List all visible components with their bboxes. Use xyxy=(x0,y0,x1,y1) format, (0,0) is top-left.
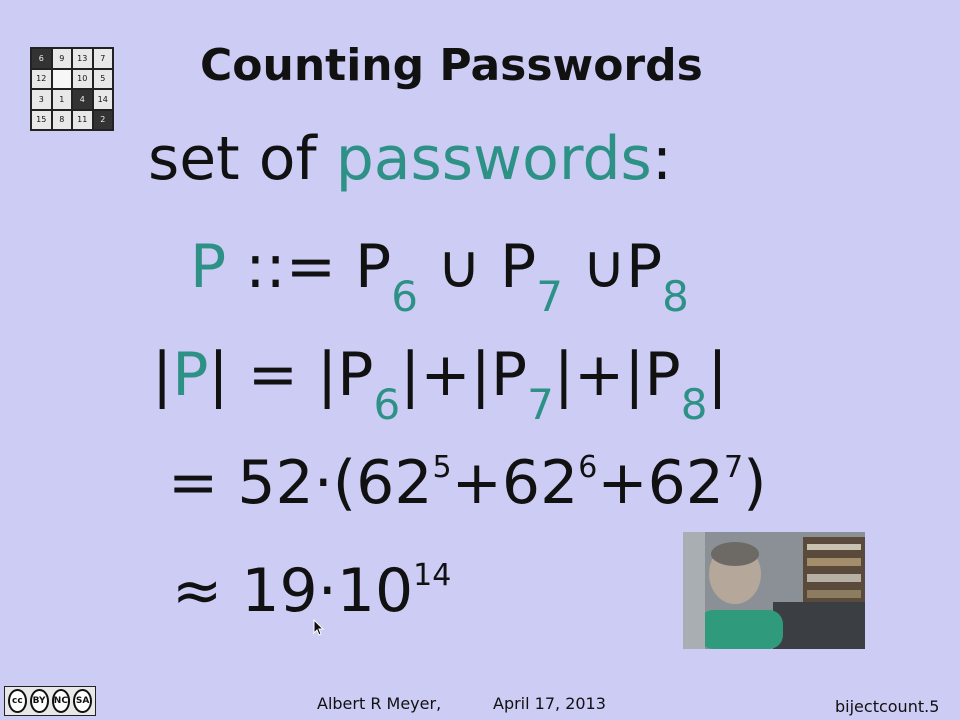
abs-bar: | xyxy=(152,340,173,410)
puzzle-tile: 8 xyxy=(52,110,71,129)
subscript-7: 7 xyxy=(527,380,554,429)
cardinality-term: |+|P xyxy=(553,340,681,410)
subscript-6: 6 xyxy=(391,272,418,321)
union-operator: ∪ xyxy=(562,232,626,302)
creative-commons-badge: cc BY NC SA xyxy=(4,686,96,716)
puzzle-tile: 11 xyxy=(73,110,92,129)
cc-icon: cc xyxy=(8,689,27,713)
puzzle-tile: 15 xyxy=(32,110,51,129)
cardinality-term: | = |P xyxy=(208,340,374,410)
presenter-image xyxy=(683,532,865,649)
sa-icon: SA xyxy=(73,689,92,713)
puzzle-tile: 6 xyxy=(32,49,51,68)
set-symbol-p: P xyxy=(172,340,209,410)
approx-value: ≈ 19·10 xyxy=(172,556,414,626)
mouse-cursor-icon xyxy=(313,619,325,636)
puzzle-tile: 1 xyxy=(52,90,71,109)
definition-equation: P ::= P6 ∪ P7 ∪P8 xyxy=(190,232,689,321)
subscript-6: 6 xyxy=(373,380,401,429)
puzzle-tile: 7 xyxy=(93,49,112,68)
heading-prefix: set of xyxy=(148,124,336,194)
set-p6: P xyxy=(355,232,392,302)
union-operator: ∪ xyxy=(417,232,501,302)
exponent-6: 6 xyxy=(578,450,598,485)
slide-title: Counting Passwords xyxy=(200,40,703,91)
puzzle-tile: 9 xyxy=(52,49,71,68)
expression-part: +62 xyxy=(451,448,579,518)
puzzle-tile: 5 xyxy=(93,69,112,88)
expression-part: ) xyxy=(743,448,767,518)
set-p8: P xyxy=(625,232,663,302)
define-operator: ::= xyxy=(226,232,356,302)
puzzle-tile: 14 xyxy=(93,90,112,109)
expression-part: = 52·(62 xyxy=(168,448,433,518)
puzzle-tile: 3 xyxy=(32,90,51,109)
heading-colon: : xyxy=(651,124,673,194)
puzzle-tile: 4 xyxy=(73,90,92,109)
exponent-7: 7 xyxy=(723,450,744,485)
approximation: ≈ 19·1014 xyxy=(172,556,451,626)
presenter-video xyxy=(683,532,865,649)
slide-id: bijectcount.5 xyxy=(835,697,940,716)
exponent-14: 14 xyxy=(413,558,452,593)
cardinality-term: |+|P xyxy=(400,340,528,410)
expression-part: +62 xyxy=(597,448,724,518)
puzzle-tile: 12 xyxy=(32,69,51,88)
exponent-5: 5 xyxy=(432,450,452,485)
cardinality-equation: |P| = |P6|+|P7|+|P8| xyxy=(152,340,728,429)
abs-bar: | xyxy=(707,340,728,410)
set-p7: P xyxy=(500,232,537,302)
puzzle-tile: 10 xyxy=(73,69,92,88)
footer-author: Albert R Meyer, xyxy=(317,694,442,713)
passwords-heading: set of passwords: xyxy=(148,124,672,194)
subscript-7: 7 xyxy=(536,272,563,321)
puzzle-tile: 13 xyxy=(73,49,92,68)
subscript-8: 8 xyxy=(680,380,708,429)
puzzle-logo: 6 9 13 7 12 10 5 3 1 4 14 15 8 11 2 xyxy=(30,47,114,131)
set-symbol-p: P xyxy=(190,232,227,302)
puzzle-tile xyxy=(52,69,71,88)
footer-date: April 17, 2013 xyxy=(493,694,606,713)
by-icon: BY xyxy=(29,689,49,713)
count-expression: = 52·(625+626+627) xyxy=(168,448,766,518)
subscript-8: 8 xyxy=(662,272,689,321)
nc-icon: NC xyxy=(51,689,71,713)
puzzle-tile: 2 xyxy=(93,110,112,129)
passwords-term: passwords xyxy=(335,124,652,194)
